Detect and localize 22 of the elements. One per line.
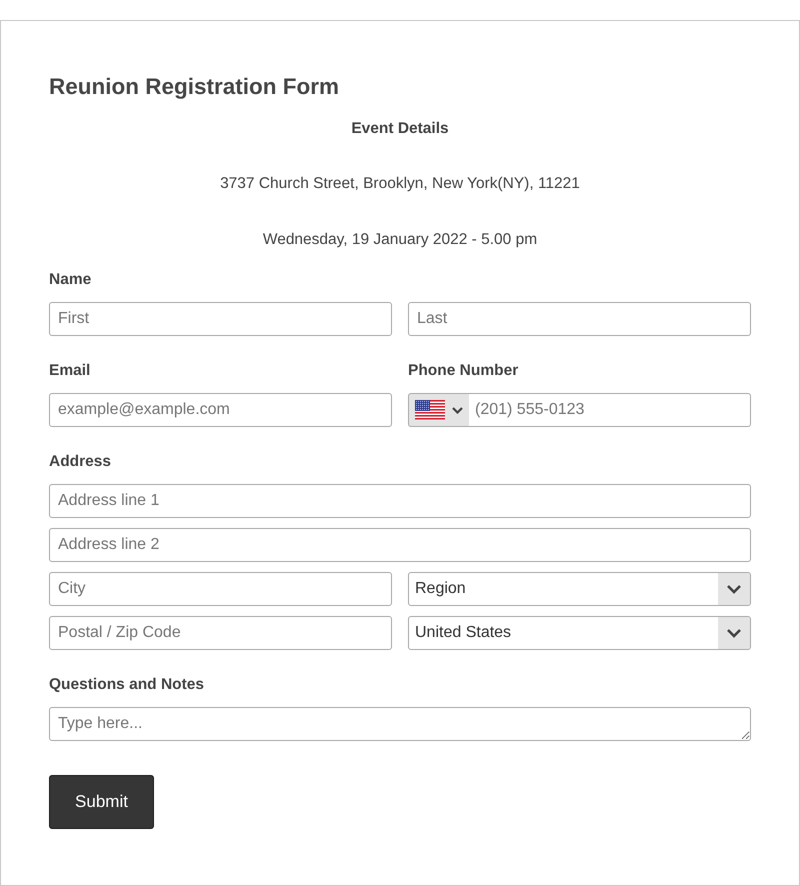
form-title: Reunion Registration Form [49,73,340,101]
field-label: Phone Number [408,361,520,381]
field-label: Email [49,361,92,381]
field-label: Questions and Notes [49,675,206,695]
email-input[interactable]: example@example.com [49,393,392,427]
section-heading: Event Details [350,119,450,139]
region-select[interactable]: Region [408,572,751,606]
event-datetime: Wednesday, 19 January 2022 - 5.00 pm [262,230,538,250]
city-input[interactable]: City [49,572,392,606]
first-name-input[interactable]: First [49,302,392,336]
event-address: 3737 Church Street, Brooklyn, New York(NY), 11221 [219,174,581,194]
address-line-input[interactable]: Address line 1 [49,484,751,518]
chevron-icon [718,573,750,605]
field-label: Address [49,452,112,472]
chevron-icon [718,617,750,649]
notes-textarea[interactable]: Type here... [49,707,751,741]
postal-code-input[interactable]: Postal / Zip Code [49,616,392,650]
address-line-input[interactable]: Address line 2 [49,528,751,562]
last-name-input[interactable]: Last [408,302,751,336]
submit-button[interactable]: Submit [49,775,154,829]
field-label: Name [49,270,92,290]
country-select[interactable]: United States [408,616,751,650]
